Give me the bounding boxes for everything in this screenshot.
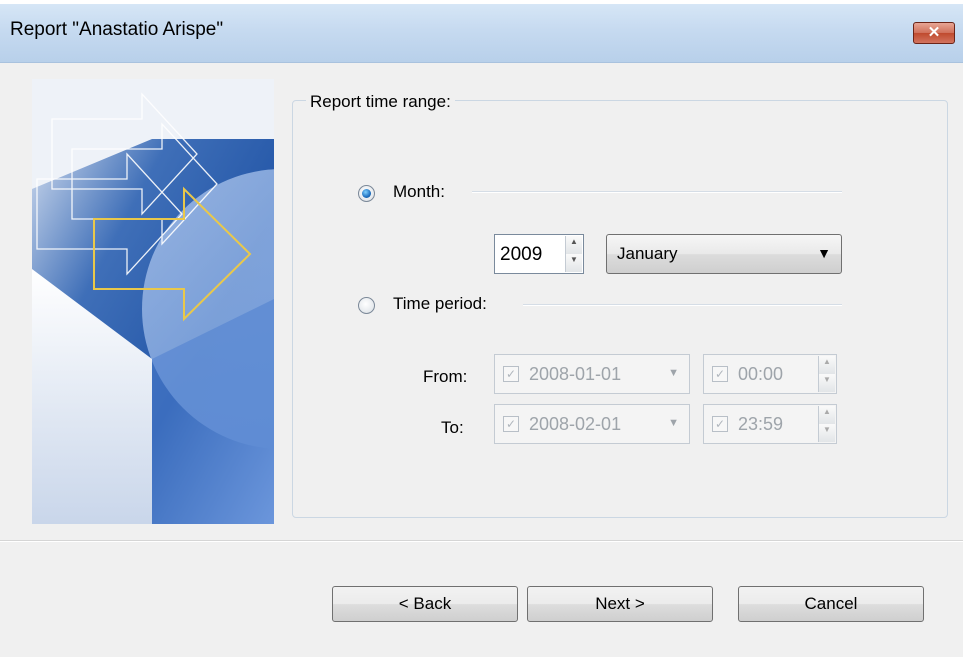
year-value: 2009 bbox=[500, 244, 543, 265]
chevron-down-icon[interactable]: ▼ bbox=[668, 367, 679, 379]
month-separator bbox=[472, 191, 842, 193]
next-button[interactable]: Next > bbox=[527, 586, 713, 622]
to-time-picker[interactable]: ✓ 23:59 ▲ ▼ bbox=[703, 404, 837, 444]
from-label: From: bbox=[423, 367, 468, 386]
from-time-value: 00:00 bbox=[738, 364, 784, 384]
to-time-checkbox[interactable]: ✓ bbox=[712, 416, 728, 432]
wizard-banner-image bbox=[32, 79, 274, 524]
to-time-value: 23:59 bbox=[738, 414, 784, 434]
cancel-button[interactable]: Cancel bbox=[738, 586, 924, 622]
year-spinner[interactable]: 2009 ▲ ▼ bbox=[494, 234, 584, 274]
spin-up-icon[interactable]: ▲ bbox=[819, 406, 835, 424]
month-select[interactable]: January ▼ bbox=[606, 234, 842, 274]
from-time-spin-buttons[interactable]: ▲ ▼ bbox=[818, 356, 835, 392]
to-time-spin-buttons[interactable]: ▲ ▼ bbox=[818, 406, 835, 442]
spin-up-icon[interactable]: ▲ bbox=[566, 236, 582, 254]
to-date-value: 2008-02-01 bbox=[529, 414, 622, 434]
spin-down-icon[interactable]: ▼ bbox=[819, 424, 835, 442]
chevron-down-icon[interactable]: ▼ bbox=[668, 417, 679, 429]
month-radio-label: Month: bbox=[393, 182, 445, 201]
time-period-radio[interactable] bbox=[358, 297, 375, 314]
from-date-value: 2008-01-01 bbox=[529, 364, 622, 384]
month-select-value: January bbox=[617, 244, 678, 263]
year-spin-buttons[interactable]: ▲ ▼ bbox=[565, 236, 582, 272]
from-time-checkbox[interactable]: ✓ bbox=[712, 366, 728, 382]
close-button[interactable]: ✕ bbox=[913, 22, 955, 44]
to-label: To: bbox=[441, 418, 464, 437]
group-title: Report time range: bbox=[306, 92, 455, 112]
to-date-picker[interactable]: ✓ 2008-02-01 ▼ bbox=[494, 404, 690, 444]
time-range-group bbox=[292, 100, 948, 518]
chevron-down-icon: ▼ bbox=[817, 245, 831, 261]
spin-up-icon[interactable]: ▲ bbox=[819, 356, 835, 374]
month-radio[interactable] bbox=[358, 185, 375, 202]
footer-separator bbox=[0, 540, 963, 542]
close-icon: ✕ bbox=[927, 24, 941, 41]
time-period-separator bbox=[523, 304, 842, 306]
spin-down-icon[interactable]: ▼ bbox=[819, 374, 835, 392]
title-bar[interactable]: Report "Anastatio Arispe" ✕ bbox=[0, 4, 963, 63]
spin-down-icon[interactable]: ▼ bbox=[566, 254, 582, 272]
from-time-picker[interactable]: ✓ 00:00 ▲ ▼ bbox=[703, 354, 837, 394]
from-date-picker[interactable]: ✓ 2008-01-01 ▼ bbox=[494, 354, 690, 394]
report-dialog: Report "Anastatio Arispe" ✕ Report time … bbox=[0, 4, 963, 657]
time-period-radio-label: Time period: bbox=[393, 294, 487, 313]
to-date-checkbox[interactable]: ✓ bbox=[503, 416, 519, 432]
back-button[interactable]: < Back bbox=[332, 586, 518, 622]
radio-selected-dot bbox=[362, 189, 371, 198]
from-date-checkbox[interactable]: ✓ bbox=[503, 366, 519, 382]
window-title: Report "Anastatio Arispe" bbox=[10, 19, 224, 40]
